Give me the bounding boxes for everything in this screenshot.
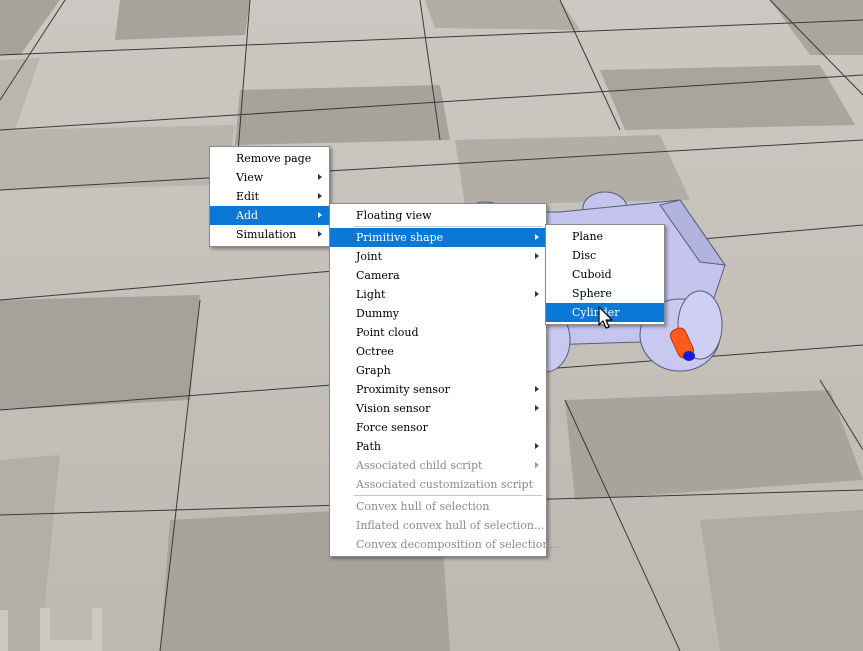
submenu-arrow-icon bbox=[532, 437, 542, 456]
menu-item-add[interactable]: Add bbox=[210, 206, 329, 225]
submenu-arrow-icon bbox=[315, 168, 325, 187]
menu-item-label: Primitive shape bbox=[356, 231, 444, 244]
menu-item-label: Add bbox=[236, 209, 259, 222]
menu-item-label: Force sensor bbox=[356, 421, 428, 434]
menu-item-label: Convex hull of selection bbox=[356, 500, 490, 513]
menu-item-inflated-convex-hull-of-selection: Inflated convex hull of selection... bbox=[330, 516, 546, 535]
context-menu-items: Remove page View Edit Add Simulation bbox=[210, 149, 329, 244]
menu-item-label: Point cloud bbox=[356, 326, 419, 339]
menu-item-label: Octree bbox=[356, 345, 394, 358]
menu-item-camera[interactable]: Camera bbox=[330, 266, 546, 285]
menu-item-label: Proximity sensor bbox=[356, 383, 450, 396]
menu-item-label: Graph bbox=[356, 364, 391, 377]
menu-item-label: Floating view bbox=[356, 209, 432, 222]
submenu-arrow-icon bbox=[315, 206, 325, 225]
menu-item-label: Path bbox=[356, 440, 381, 453]
menu-item-floating-view[interactable]: Floating view bbox=[330, 206, 546, 225]
add-submenu-items: Floating view Primitive shape Joint Camera L… bbox=[330, 206, 560, 554]
menu-item-view[interactable]: View bbox=[210, 168, 329, 187]
menu-item-octree[interactable]: Octree bbox=[330, 342, 546, 361]
menu-item-graph[interactable]: Graph bbox=[330, 361, 546, 380]
menu-item-edit[interactable]: Edit bbox=[210, 187, 329, 206]
menu-item-label: Associated customization script bbox=[356, 478, 533, 491]
menu-item-label: Associated child script bbox=[356, 459, 483, 472]
menu-item-label: Dummy bbox=[356, 307, 399, 320]
menu-separator bbox=[354, 495, 542, 496]
menu-item-label: Simulation bbox=[236, 228, 297, 241]
submenu-arrow-icon bbox=[532, 456, 542, 475]
menu-item-remove-page[interactable]: Remove page bbox=[210, 149, 329, 168]
menu-item-convex-hull-of-selection: Convex hull of selection bbox=[330, 497, 546, 516]
menu-item-dummy[interactable]: Dummy bbox=[330, 304, 546, 323]
submenu-arrow-icon bbox=[532, 285, 542, 304]
menu-item-sphere[interactable]: Sphere bbox=[546, 284, 664, 303]
submenu-arrow-icon bbox=[532, 380, 542, 399]
menu-item-point-cloud[interactable]: Point cloud bbox=[330, 323, 546, 342]
add-submenu: Floating view Primitive shape Joint Camera L… bbox=[329, 203, 560, 557]
menu-item-associated-customization-script: Associated customization script bbox=[330, 475, 546, 494]
menu-item-label: Vision sensor bbox=[356, 402, 431, 415]
menu-item-label: Camera bbox=[356, 269, 400, 282]
menu-item-label: Sphere bbox=[572, 287, 612, 300]
menu-item-label: Convex decomposition of selection... bbox=[356, 538, 560, 551]
menu-item-primitive-shape[interactable]: Primitive shape bbox=[330, 228, 546, 247]
menu-item-label: Cuboid bbox=[572, 268, 612, 281]
submenu-arrow-icon bbox=[532, 247, 542, 266]
submenu-arrow-icon bbox=[532, 399, 542, 418]
menu-item-simulation[interactable]: Simulation bbox=[210, 225, 329, 244]
menu-item-joint[interactable]: Joint bbox=[330, 247, 546, 266]
menu-item-label: Remove page bbox=[236, 152, 312, 165]
menu-item-plane[interactable]: Plane bbox=[546, 227, 664, 246]
menu-item-path[interactable]: Path bbox=[330, 437, 546, 456]
menu-item-force-sensor[interactable]: Force sensor bbox=[330, 418, 546, 437]
menu-item-label: Disc bbox=[572, 249, 597, 262]
menu-item-label: Joint bbox=[356, 250, 383, 263]
submenu-arrow-icon bbox=[315, 225, 325, 244]
menu-item-associated-child-script: Associated child script bbox=[330, 456, 546, 475]
menu-item-label: Light bbox=[356, 288, 386, 301]
submenu-arrow-icon bbox=[532, 228, 542, 247]
menu-item-cuboid[interactable]: Cuboid bbox=[546, 265, 664, 284]
submenu-arrow-icon bbox=[315, 187, 325, 206]
menu-item-label: Inflated convex hull of selection... bbox=[356, 519, 545, 532]
menu-item-convex-decomposition-of-selection: Convex decomposition of selection... bbox=[330, 535, 560, 554]
menu-item-label: View bbox=[236, 171, 264, 184]
menu-item-label: Edit bbox=[236, 190, 260, 203]
context-menu: Remove page View Edit Add Simulation bbox=[209, 146, 330, 247]
menu-item-vision-sensor[interactable]: Vision sensor bbox=[330, 399, 546, 418]
menu-item-light[interactable]: Light bbox=[330, 285, 546, 304]
menu-item-disc[interactable]: Disc bbox=[546, 246, 664, 265]
menu-separator bbox=[354, 226, 542, 227]
menu-item-label: Plane bbox=[572, 230, 604, 243]
mouse-cursor-icon bbox=[598, 306, 613, 329]
menu-item-proximity-sensor[interactable]: Proximity sensor bbox=[330, 380, 546, 399]
